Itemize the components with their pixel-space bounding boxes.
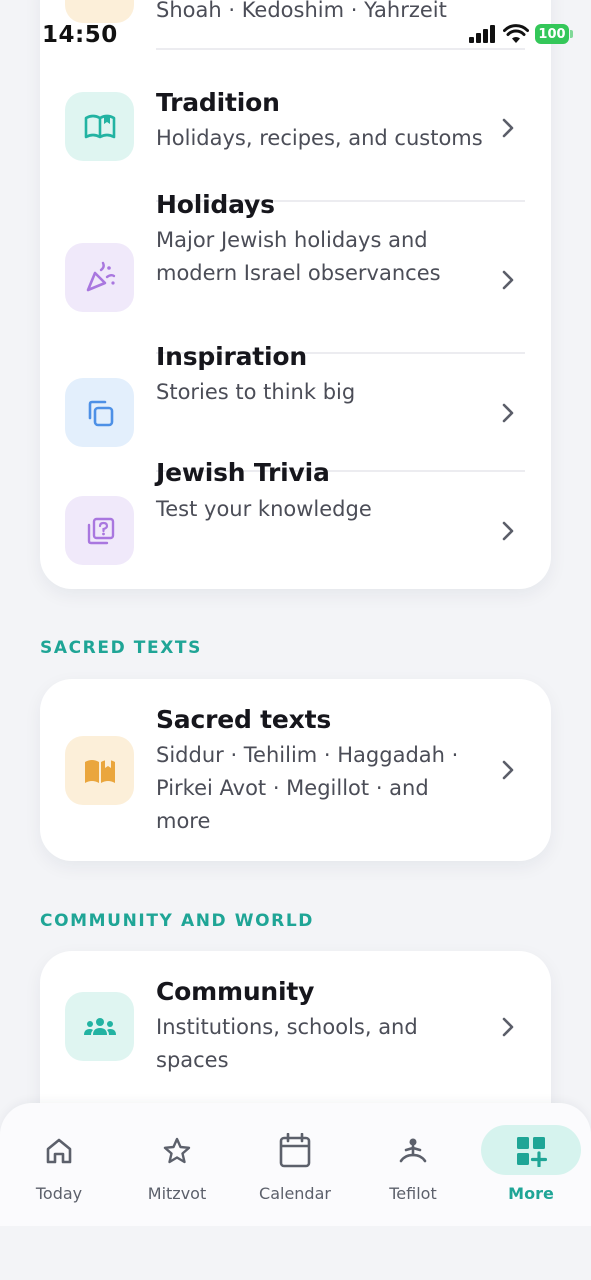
chevron-right-icon xyxy=(502,760,514,780)
tab-label: More xyxy=(508,1184,554,1203)
list-item-tradition[interactable]: Tradition Holidays, recipes, and customs xyxy=(40,50,551,202)
row-subtitle: Major Jewish holidays and modern Israel … xyxy=(156,228,441,285)
row-subtitle: Stories to think big xyxy=(156,380,356,404)
people-group-icon xyxy=(65,992,134,1061)
battery-level: 100 xyxy=(538,26,566,42)
chevron-right-icon xyxy=(502,521,514,541)
tab-today[interactable]: Today xyxy=(0,1103,118,1226)
tab-mitzvot[interactable]: Mitzvot xyxy=(118,1103,236,1226)
tab-label: Mitzvot xyxy=(147,1184,207,1203)
open-book-icon xyxy=(65,92,134,161)
question-box-icon xyxy=(65,496,134,565)
prayer-person-icon xyxy=(393,1131,433,1171)
tab-label: Calendar xyxy=(259,1184,331,1203)
tab-label: Tefilot xyxy=(389,1184,437,1203)
status-time: 14:50 xyxy=(42,22,118,48)
row-title: Holidays xyxy=(156,190,275,219)
explore-card: Shoah · Kedoshim · Yahrzeit Tradition Ho… xyxy=(40,0,551,589)
row-subtitle: Holidays, recipes, and customs xyxy=(156,126,483,150)
sacred-texts-card: Sacred texts Siddur · Tehilim · Haggadah… xyxy=(40,679,551,861)
row-subtitle: Siddur · Tehilim · Haggadah · Pirkei Avo… xyxy=(156,743,459,833)
bottom-tab-bar: Today Mitzvot Calendar Tefilot More xyxy=(0,1103,591,1226)
list-item-jewish-trivia[interactable]: Jewish Trivia Test your knowledge xyxy=(40,458,551,589)
row-title: Community xyxy=(156,977,315,1006)
list-item-holidays[interactable]: Holidays Major Jewish holidays and moder… xyxy=(40,190,551,354)
grid-plus-icon xyxy=(511,1131,551,1171)
star-icon xyxy=(157,1131,197,1171)
section-label-sacred-texts: SACRED TEXTS xyxy=(40,638,202,658)
battery-indicator: 100 xyxy=(535,24,573,44)
row-title: Inspiration xyxy=(156,342,307,371)
screen: 14:50 100 Shoah · Kedoshim · Yahrzeit Tr… xyxy=(0,0,591,1280)
chevron-right-icon xyxy=(502,1017,514,1037)
row-title: Jewish Trivia xyxy=(156,458,330,487)
tab-label: Today xyxy=(35,1184,83,1203)
row-title: Sacred texts xyxy=(156,705,332,734)
list-item-community[interactable]: Community Institutions, schools, and spa… xyxy=(40,951,551,1101)
wifi-icon xyxy=(503,24,529,43)
home-indicator-area xyxy=(0,1226,591,1280)
chevron-right-icon xyxy=(502,118,514,138)
chevron-right-icon xyxy=(502,403,514,423)
tab-tefilot[interactable]: Tefilot xyxy=(354,1103,472,1226)
copy-squares-icon xyxy=(65,378,134,447)
party-popper-icon xyxy=(65,243,134,312)
list-item-inspiration[interactable]: Inspiration Stories to think big xyxy=(40,342,551,472)
row-subtitle: Institutions, schools, and spaces xyxy=(156,1015,418,1072)
tab-more[interactable]: More xyxy=(472,1103,590,1226)
book-icon xyxy=(65,736,134,805)
status-bar: 14:50 100 xyxy=(0,0,591,64)
section-label-community: COMMUNITY AND WORLD xyxy=(40,911,314,931)
row-subtitle: Test your knowledge xyxy=(156,497,372,521)
row-title: Tradition xyxy=(156,88,280,117)
status-icons: 100 xyxy=(469,24,573,44)
calendar-icon xyxy=(275,1131,315,1171)
home-icon xyxy=(39,1131,79,1171)
chevron-right-icon xyxy=(502,270,514,290)
list-item-sacred-texts[interactable]: Sacred texts Siddur · Tehilim · Haggadah… xyxy=(40,679,551,861)
tab-calendar[interactable]: Calendar xyxy=(236,1103,354,1226)
cellular-signal-icon xyxy=(469,25,495,43)
